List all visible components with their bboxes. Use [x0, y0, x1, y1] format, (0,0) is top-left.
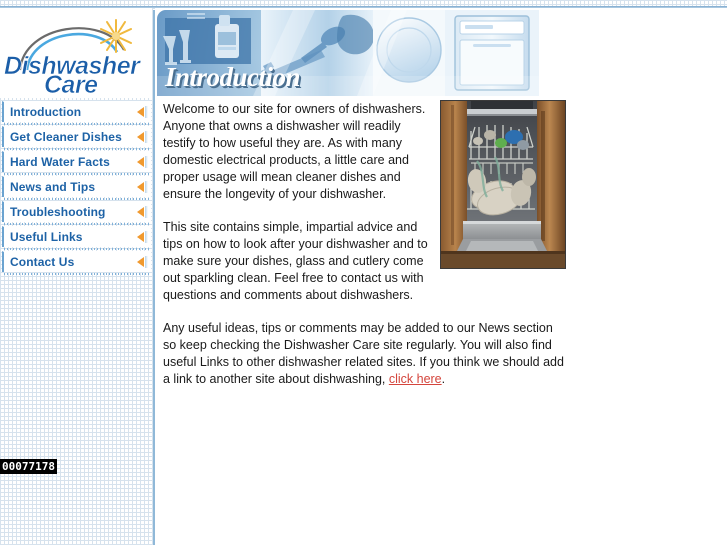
left-triangle-icon	[137, 132, 144, 142]
page-banner-image: Introduction	[157, 10, 539, 96]
nav-arrow-shade	[145, 156, 148, 168]
sidebar-item-introduction[interactable]: Introduction	[2, 101, 151, 125]
nav-arrow-shade	[145, 231, 148, 243]
sidebar-item-get-cleaner-dishes[interactable]: Get Cleaner Dishes	[2, 126, 151, 150]
left-triangle-icon	[137, 182, 144, 192]
sidebar-item-label: Troubleshooting	[10, 205, 106, 219]
sidebar-item-label: Useful Links	[10, 230, 83, 244]
sidebar-item-troubleshooting[interactable]: Troubleshooting	[2, 201, 151, 225]
article-paragraph-3-text: Any useful ideas, tips or comments may b…	[163, 321, 564, 386]
sidebar-item-label: Hard Water Facts	[10, 155, 110, 169]
nav-arrow-shade	[145, 206, 148, 218]
site-logo[interactable]: Dishwasher Care	[0, 8, 152, 98]
left-triangle-icon	[137, 157, 144, 167]
sidebar: Dishwasher Care Introduction Get Cleaner…	[0, 0, 153, 545]
nav-arrow-shade	[145, 181, 148, 193]
visitor-counter-digits: 00077178	[2, 460, 55, 473]
article-paragraph-2: This site contains simple, impartial adv…	[163, 220, 428, 302]
sidebar-item-label: News and Tips	[10, 180, 96, 194]
page-title: Introduction	[165, 62, 301, 92]
article-paragraph-1: Welcome to our site for owners of dishwa…	[163, 102, 426, 201]
nav-arrow-shade	[145, 256, 148, 268]
sidebar-item-label: Introduction	[10, 105, 82, 119]
sidebar-item-label: Contact Us	[10, 255, 75, 269]
sidebar-item-contact-us[interactable]: Contact Us	[2, 251, 151, 275]
left-triangle-icon	[137, 232, 144, 242]
sidebar-item-label: Get Cleaner Dishes	[10, 130, 122, 144]
nav-arrow-shade	[145, 106, 148, 118]
article-paragraph-3-tail: .	[441, 372, 446, 386]
visitor-counter: 00077178	[0, 459, 57, 474]
left-triangle-icon	[137, 207, 144, 217]
main-content: Introduction Welcome to our site for own…	[155, 8, 727, 545]
sidebar-item-hard-water-facts[interactable]: Hard Water Facts	[2, 151, 151, 175]
article-paragraph-3: Any useful ideas, tips or comments may b…	[163, 320, 567, 388]
click-here-link[interactable]: click here	[389, 372, 442, 386]
main-navigation: Introduction Get Cleaner Dishes Hard Wat…	[2, 101, 151, 276]
left-triangle-icon	[137, 107, 144, 117]
article-body: Welcome to our site for owners of dishwa…	[163, 101, 567, 404]
left-triangle-icon	[137, 257, 144, 267]
sidebar-item-news-and-tips[interactable]: News and Tips	[2, 176, 151, 200]
svg-text:Care: Care	[44, 71, 98, 98]
sidebar-item-useful-links[interactable]: Useful Links	[2, 226, 151, 250]
nav-arrow-shade	[145, 131, 148, 143]
